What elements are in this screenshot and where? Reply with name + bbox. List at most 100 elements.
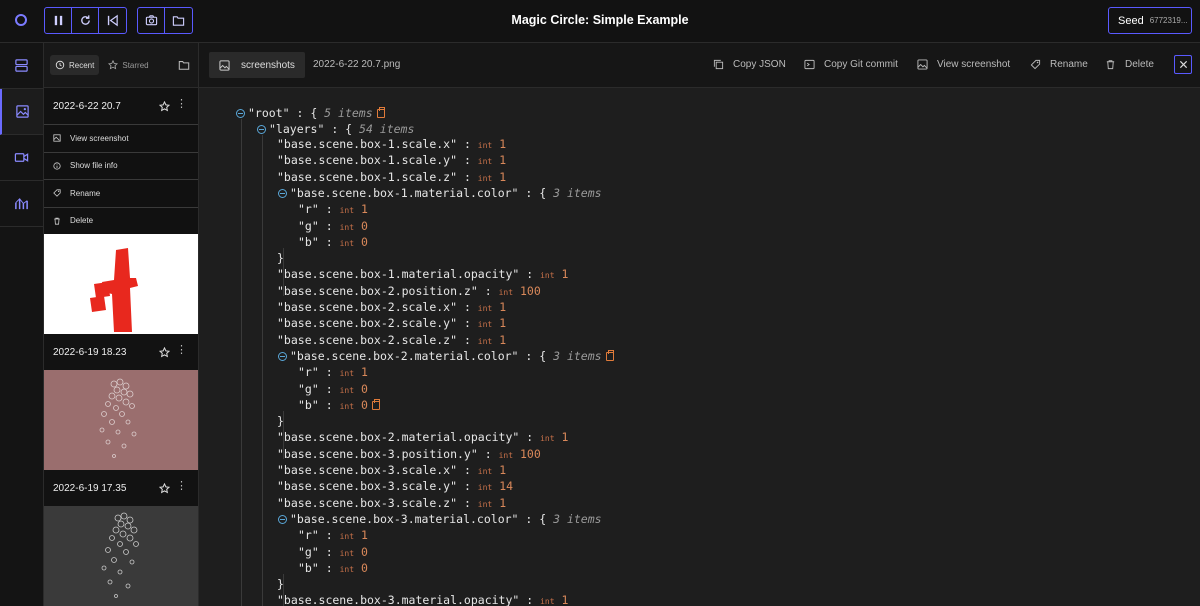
rail-layers-button[interactable]	[0, 43, 43, 89]
json-root-line[interactable]: "root" : { 5 items	[236, 105, 385, 121]
terminal-icon	[804, 59, 815, 70]
star-button[interactable]	[158, 99, 171, 117]
json-type-label: int	[540, 271, 555, 280]
json-entry-line[interactable]: "b" : int 0	[298, 397, 380, 413]
json-type-label: int	[540, 597, 555, 606]
json-value: 1	[360, 202, 368, 216]
rail-screenshots-button[interactable]	[0, 89, 43, 135]
json-key: "r"	[298, 365, 319, 379]
json-entry-line[interactable]: "b" : int 0	[298, 560, 368, 576]
menu-delete[interactable]: Delete	[44, 206, 198, 234]
json-entry-line[interactable]: "base.scene.box-2.position.z" : int 100	[277, 283, 541, 299]
particle-render	[101, 512, 139, 598]
menu-rename[interactable]: Rename	[44, 179, 198, 207]
collapse-toggle-icon[interactable]	[278, 189, 287, 198]
view-screenshot-button[interactable]: View screenshot	[917, 59, 1010, 70]
json-entry-line[interactable]: "base.scene.box-3.material.opacity" : in…	[277, 592, 568, 606]
json-object-line[interactable]: "base.scene.box-1.material.color" : { 3 …	[278, 185, 602, 201]
json-entry-line[interactable]: "r" : int 1	[298, 527, 368, 543]
json-entry-line[interactable]: "base.scene.box-3.scale.z" : int 1	[277, 495, 506, 511]
json-object-line[interactable]: "base.scene.box-2.material.color" : { 3 …	[278, 348, 614, 364]
json-type-label: int	[339, 532, 355, 541]
close-button[interactable]	[1174, 55, 1192, 74]
json-object-line[interactable]: "base.scene.box-3.material.color" : { 3 …	[278, 511, 602, 527]
json-entry-line[interactable]: "base.scene.box-2.material.opacity" : in…	[277, 429, 568, 445]
json-entry-line[interactable]: "base.scene.box-2.scale.x" : int 1	[277, 299, 506, 315]
json-key: "b"	[298, 235, 319, 249]
json-layers-line[interactable]: "layers" : { 54 items	[257, 121, 414, 137]
json-key: "g"	[298, 545, 319, 559]
json-key: "r"	[298, 528, 319, 542]
json-entry-line[interactable]: "g" : int 0	[298, 218, 368, 234]
json-type-label: int	[339, 223, 355, 232]
screenshot-thumbnail[interactable]	[44, 234, 198, 334]
json-item-count: 54 items	[359, 122, 415, 136]
json-value: 1	[499, 170, 507, 184]
star-icon	[158, 346, 171, 358]
json-entry-line[interactable]: "base.scene.box-3.position.y" : int 100	[277, 446, 541, 462]
json-entry-line[interactable]: "r" : int 1	[298, 201, 368, 217]
json-entry-line[interactable]: "base.scene.box-3.scale.x" : int 1	[277, 462, 506, 478]
copy-icon[interactable]	[376, 107, 385, 118]
json-entry-line[interactable]: "base.scene.box-1.scale.z" : int 1	[277, 169, 506, 185]
delete-button[interactable]: Delete	[1105, 59, 1154, 70]
more-options-button[interactable]: ⋮	[176, 98, 187, 110]
json-key: "g"	[298, 382, 319, 396]
json-value: 1	[561, 430, 569, 444]
rail-video-button[interactable]	[0, 135, 43, 181]
copy-git-commit-label: Copy Git commit	[824, 59, 898, 70]
json-item-count: 3 items	[553, 349, 602, 363]
screenshot-thumbnail[interactable]	[44, 506, 198, 606]
more-options-button[interactable]: ⋮	[176, 480, 187, 492]
screenshot-item[interactable]: 2022-6-22 20.7 ⋮	[44, 88, 198, 124]
open-folder-button[interactable]	[178, 58, 190, 76]
tab-recent-label: Recent	[69, 60, 95, 70]
screenshot-thumbnail[interactable]	[44, 370, 198, 470]
json-entry-line[interactable]: "base.scene.box-2.scale.y" : int 1	[277, 315, 506, 331]
json-value: 1	[499, 316, 507, 330]
tab-screenshots[interactable]: screenshots	[209, 52, 305, 78]
tab-starred[interactable]: Starred	[103, 55, 153, 75]
collapse-toggle-icon[interactable]	[278, 352, 287, 361]
trash-icon	[1106, 60, 1115, 70]
copy-icon[interactable]	[371, 399, 380, 410]
copy-git-commit-button[interactable]: Copy Git commit	[804, 59, 898, 70]
collapse-toggle-icon[interactable]	[278, 515, 287, 524]
screenshot-item[interactable]: 2022-6-19 17.35 ⋮	[44, 470, 198, 506]
collapse-toggle-icon[interactable]	[236, 109, 245, 118]
seed-button[interactable]: Seed 6772319...	[1108, 7, 1192, 34]
rail-charts-button[interactable]	[0, 181, 43, 227]
screenshot-item[interactable]: 2022-6-19 18.23 ⋮	[44, 334, 198, 370]
json-entry-line[interactable]: "base.scene.box-1.scale.y" : int 1	[277, 152, 506, 168]
menu-view-screenshot[interactable]: View screenshot	[44, 124, 198, 152]
json-closing-brace: }	[277, 251, 284, 265]
copy-json-button[interactable]: Copy JSON	[713, 59, 786, 70]
copy-icon[interactable]	[605, 350, 614, 361]
json-entry-line[interactable]: "base.scene.box-1.scale.x" : int 1	[277, 136, 506, 152]
json-key: "base.scene.box-3.scale.x"	[277, 463, 458, 477]
json-value: 100	[519, 284, 541, 298]
json-entry-line[interactable]: "base.scene.box-2.scale.z" : int 1	[277, 332, 506, 348]
star-button[interactable]	[158, 345, 171, 363]
seed-label: Seed	[1118, 14, 1144, 27]
tab-recent[interactable]: Recent	[50, 55, 100, 75]
star-button[interactable]	[158, 481, 171, 499]
json-key: "base.scene.box-1.scale.x"	[277, 137, 458, 151]
json-entry-line[interactable]: "r" : int 1	[298, 364, 368, 380]
json-entry-line[interactable]: "base.scene.box-3.scale.y" : int 14	[277, 478, 513, 494]
more-options-button[interactable]: ⋮	[176, 344, 187, 356]
star-icon	[108, 60, 119, 70]
json-entry-line[interactable]: "b" : int 0	[298, 234, 368, 250]
image-icon	[16, 105, 29, 118]
json-entry-line[interactable]: "g" : int 0	[298, 544, 368, 560]
json-entry-line[interactable]: "base.scene.box-1.material.opacity" : in…	[277, 266, 568, 282]
json-entry-line[interactable]: "g" : int 0	[298, 381, 368, 397]
collapse-toggle-icon[interactable]	[257, 125, 266, 134]
video-icon	[14, 153, 29, 162]
json-type-label: int	[477, 174, 493, 183]
json-key: "base.scene.box-3.scale.z"	[277, 496, 458, 510]
json-value: 0	[360, 235, 368, 249]
menu-show-file-info[interactable]: Show file info	[44, 151, 198, 179]
rename-button[interactable]: Rename	[1030, 59, 1088, 70]
panel-tabs: Recent Starred	[44, 43, 198, 88]
